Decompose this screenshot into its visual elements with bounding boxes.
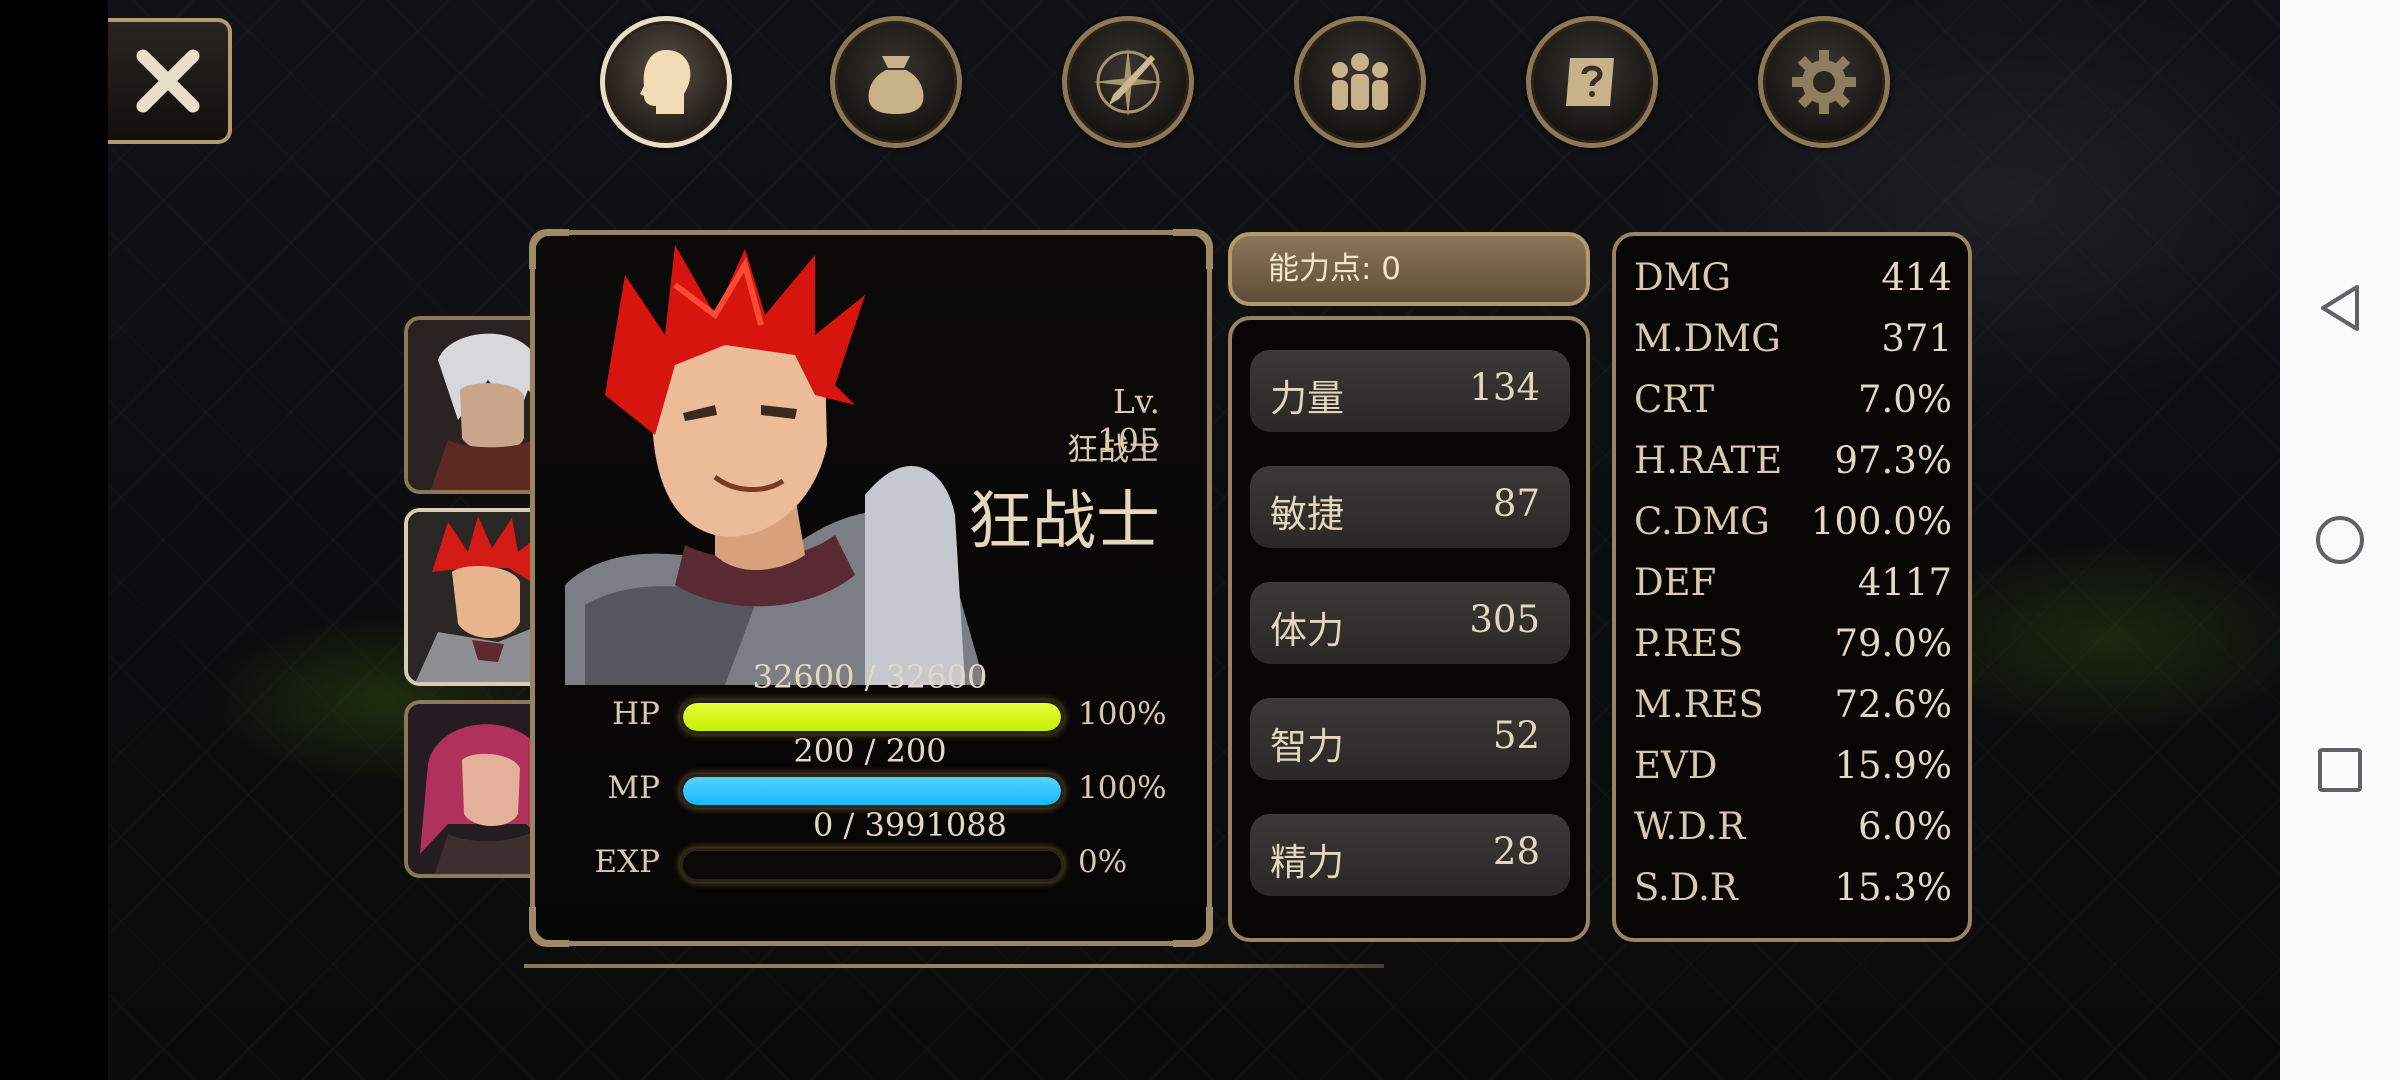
attribute-value: 305 bbox=[1469, 598, 1540, 641]
combat-stat-value: 371 bbox=[1881, 317, 1952, 360]
combat-stat-dmg: DMG 414 bbox=[1634, 256, 1952, 306]
combat-stat-def: DEF 4117 bbox=[1634, 561, 1952, 611]
character-icon bbox=[640, 50, 691, 114]
combat-stat-sdr: S.D.R 15.3% bbox=[1634, 866, 1952, 916]
combat-stat-value: 4117 bbox=[1857, 561, 1952, 604]
menu-party-button[interactable] bbox=[1294, 16, 1426, 148]
combat-stat-name: S.D.R bbox=[1634, 866, 1738, 909]
attribute-value: 52 bbox=[1492, 714, 1540, 757]
combat-stat-name: EVD bbox=[1634, 744, 1718, 787]
close-button[interactable] bbox=[108, 18, 232, 144]
combat-stat-pres: P.RES 79.0% bbox=[1634, 622, 1952, 672]
attribute-row-intelligence[interactable]: 智力 52 bbox=[1250, 698, 1570, 780]
hp-value: 32600 / 32600 bbox=[752, 658, 988, 696]
menu-settings-button[interactable] bbox=[1758, 16, 1890, 148]
combat-stat-value: 15.3% bbox=[1834, 866, 1952, 909]
attribute-row-strength[interactable]: 力量 134 bbox=[1250, 350, 1570, 432]
attribute-row-vitality[interactable]: 体力 305 bbox=[1250, 582, 1570, 664]
combat-stat-value: 100.0% bbox=[1810, 500, 1952, 543]
ability-points-header: 能力点: 0 bbox=[1228, 232, 1590, 306]
combat-stat-mdmg: M.DMG 371 bbox=[1634, 317, 1952, 367]
hp-bar-fill bbox=[683, 703, 1061, 731]
combat-stat-value: 79.0% bbox=[1834, 622, 1952, 665]
combat-stat-name: M.RES bbox=[1634, 683, 1764, 726]
attribute-value: 87 bbox=[1492, 482, 1540, 525]
hp-bar bbox=[680, 700, 1064, 734]
combat-stat-name: C.DMG bbox=[1634, 500, 1770, 543]
skills-icon bbox=[1093, 47, 1163, 117]
combat-stat-name: DEF bbox=[1634, 561, 1717, 604]
attribute-name: 精力 bbox=[1270, 841, 1344, 884]
menu-skills-button[interactable] bbox=[1062, 16, 1194, 148]
combat-stat-name: M.DMG bbox=[1634, 317, 1781, 360]
attribute-row-spirit[interactable]: 精力 28 bbox=[1250, 814, 1570, 896]
hp-percent: 100% bbox=[1078, 696, 1167, 732]
combat-stat-hrate: H.RATE 97.3% bbox=[1634, 439, 1952, 489]
combat-stat-name: W.D.R bbox=[1634, 805, 1746, 848]
attribute-name: 力量 bbox=[1270, 377, 1344, 420]
combat-stat-value: 7.0% bbox=[1858, 378, 1952, 421]
mp-label: MP bbox=[607, 770, 660, 806]
mp-bar bbox=[680, 774, 1064, 808]
recents-square-icon bbox=[2318, 748, 2362, 792]
mp-value: 200 / 200 bbox=[793, 732, 947, 770]
combat-stat-name: CRT bbox=[1634, 378, 1715, 421]
berserker-portrait-art bbox=[565, 245, 985, 685]
party-icon bbox=[1332, 53, 1388, 110]
combat-stat-value: 72.6% bbox=[1834, 683, 1952, 726]
exp-bar bbox=[680, 848, 1064, 882]
combat-stat-evd: EVD 15.9% bbox=[1634, 744, 1952, 794]
quest-scroll-icon bbox=[1566, 58, 1614, 106]
character-class-small: 狂战士 bbox=[1067, 432, 1160, 468]
character-class-title: 狂战士 bbox=[968, 485, 1160, 559]
combat-stat-value: 97.3% bbox=[1834, 439, 1952, 482]
combat-stat-value: 6.0% bbox=[1858, 805, 1952, 848]
menu-character-button[interactable] bbox=[600, 16, 732, 148]
nav-home-button[interactable] bbox=[2314, 514, 2366, 566]
hp-label: HP bbox=[612, 696, 660, 732]
combat-stat-name: DMG bbox=[1634, 256, 1732, 299]
menu-bag-button[interactable] bbox=[830, 16, 962, 148]
attribute-row-agility[interactable]: 敏捷 87 bbox=[1250, 466, 1570, 548]
nav-recents-button[interactable] bbox=[2314, 744, 2366, 796]
bag-icon bbox=[868, 56, 924, 114]
close-icon bbox=[136, 49, 200, 113]
back-triangle-icon bbox=[2321, 285, 2359, 331]
exp-percent: 0% bbox=[1078, 844, 1128, 880]
gear-icon bbox=[1792, 50, 1856, 114]
mp-percent: 100% bbox=[1078, 770, 1167, 806]
attribute-value: 28 bbox=[1492, 830, 1540, 873]
system-navigation-bar bbox=[2280, 0, 2400, 1080]
combat-stat-name: P.RES bbox=[1634, 622, 1744, 665]
attribute-name: 智力 bbox=[1270, 725, 1344, 768]
attribute-name: 敏捷 bbox=[1270, 493, 1344, 536]
mp-bar-fill bbox=[683, 777, 1061, 805]
combat-stat-crt: CRT 7.0% bbox=[1634, 378, 1952, 428]
combat-stat-wdr: W.D.R 6.0% bbox=[1634, 805, 1952, 855]
attribute-name: 体力 bbox=[1270, 609, 1344, 652]
combat-stat-value: 15.9% bbox=[1834, 744, 1952, 787]
attribute-value: 134 bbox=[1469, 366, 1540, 409]
nav-back-button[interactable] bbox=[2314, 282, 2366, 334]
combat-stat-cdmg: C.DMG 100.0% bbox=[1634, 500, 1952, 550]
combat-stat-name: H.RATE bbox=[1634, 439, 1783, 482]
panel-divider bbox=[524, 964, 1384, 968]
exp-value: 0 / 3991088 bbox=[813, 806, 1007, 844]
exp-label: EXP bbox=[594, 844, 660, 880]
menu-quest-button[interactable] bbox=[1526, 16, 1658, 148]
combat-stat-mres: M.RES 72.6% bbox=[1634, 683, 1952, 733]
home-circle-icon bbox=[2316, 516, 2364, 564]
combat-stat-value: 414 bbox=[1881, 256, 1952, 299]
